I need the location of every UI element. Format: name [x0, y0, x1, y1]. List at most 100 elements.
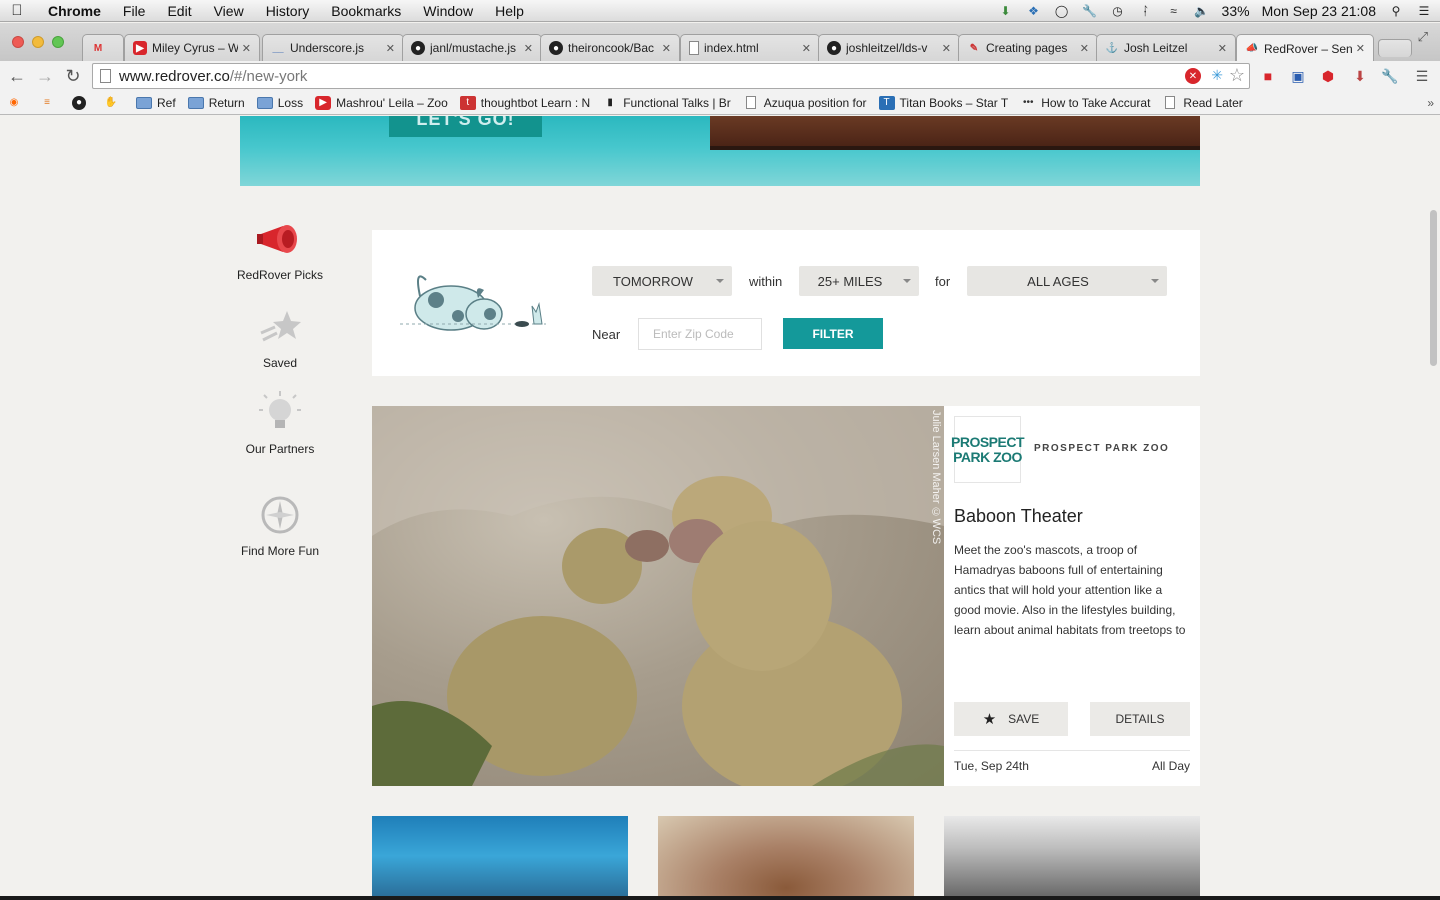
tab-mustache[interactable]: ● janl/mustache.js ✕ [402, 34, 542, 61]
network-icon[interactable]: ✳ [1211, 67, 1223, 84]
tab-theironcook[interactable]: ● theironcook/Bac ✕ [540, 34, 680, 61]
bookmark-how-to-take[interactable]: ••• How to Take Accurat [1020, 96, 1150, 110]
sync-icon[interactable]: ◯ [1054, 3, 1070, 19]
tab-creating-pages[interactable]: ✎ Creating pages ✕ [958, 34, 1098, 61]
menu-edit[interactable]: Edit [156, 3, 202, 19]
spotlight-search-icon[interactable]: ⚲ [1388, 3, 1404, 19]
menu-history[interactable]: History [255, 3, 321, 19]
save-button[interactable]: ★ SAVE [954, 702, 1068, 736]
reload-icon[interactable]: ↻ [62, 65, 84, 87]
close-tab-icon[interactable]: ✕ [942, 42, 951, 55]
menu-help[interactable]: Help [484, 3, 535, 19]
baboon-photo[interactable]: Julie Larsen Maher ©WCS [372, 406, 944, 786]
blocked-icon[interactable]: ✕ [1185, 68, 1201, 84]
lets-go-button[interactable]: LET'S GO! [389, 116, 542, 137]
more-bookmarks-icon[interactable]: » [1427, 96, 1434, 110]
adblock-extension-icon[interactable]: ⬢ [1318, 66, 1338, 86]
tab-josh-leitzel[interactable]: ⚓ Josh Leitzel ✕ [1096, 34, 1236, 61]
bookmark-azuqua[interactable]: Azuqua position for [743, 96, 867, 110]
sidebar-item-saved[interactable]: Saved [230, 302, 330, 370]
close-tab-icon[interactable]: ✕ [1218, 42, 1227, 55]
close-tab-icon[interactable]: ✕ [1356, 42, 1365, 55]
tab-index-html[interactable]: index.html ✕ [680, 34, 820, 61]
menu-bookmarks[interactable]: Bookmarks [320, 3, 412, 19]
forward-icon[interactable]: → [34, 65, 56, 87]
bookmark-read-later[interactable]: Read Later [1162, 96, 1243, 110]
chrome-menu-icon[interactable]: ☰ [1412, 66, 1432, 86]
address-bar[interactable]: www.redrover.co/#/new-york ✕ ✳ ☆ [92, 63, 1250, 89]
menu-app-name[interactable]: Chrome [34, 3, 112, 19]
menu-view[interactable]: View [203, 3, 255, 19]
fullscreen-icon[interactable]: ⤢ [1418, 29, 1428, 45]
zip-code-input[interactable] [638, 318, 762, 350]
bluetooth-icon[interactable]: ᛛ [1138, 3, 1154, 19]
camera-extension-icon[interactable]: ▣ [1288, 66, 1308, 86]
event-thumbnail-portrait[interactable] [658, 816, 914, 896]
filter-button[interactable]: FILTER [783, 318, 883, 349]
volume-icon[interactable]: 🔈 [1194, 3, 1210, 19]
tab-lds[interactable]: ● joshleitzel/lds-v ✕ [818, 34, 960, 61]
bookmark-hand[interactable]: ✋ [103, 96, 124, 110]
bookmark-reddit[interactable]: ◉ [6, 96, 27, 110]
close-tab-icon[interactable]: ✕ [662, 42, 671, 55]
sidebar-item-find-more-fun[interactable]: Find More Fun [230, 490, 330, 558]
date-dropdown[interactable]: TOMORROW [592, 266, 732, 296]
bookmark-folder-ref[interactable]: Ref [136, 96, 176, 110]
bookmark-functional-talks[interactable]: ▮ Functional Talks | Br [602, 96, 730, 110]
distance-dropdown-value: 25+ MILES [817, 273, 883, 289]
event-title[interactable]: Baboon Theater [954, 506, 1083, 527]
event-thumbnail-ocean[interactable] [372, 816, 628, 896]
close-tab-icon[interactable]: ✕ [242, 42, 251, 55]
notification-center-icon[interactable]: ☰ [1416, 3, 1432, 19]
tab-gmail[interactable]: M [82, 34, 124, 61]
bookmark-mashrou-leila[interactable]: ▶ Mashrou' Leila – Zoo [315, 95, 448, 110]
pocket-extension-icon[interactable]: ■ [1258, 66, 1278, 86]
scrollbar-thumb[interactable] [1430, 210, 1437, 366]
battery-status[interactable]: 33% [1222, 3, 1250, 19]
dropbox-icon[interactable]: ❖ [1026, 3, 1042, 19]
zoom-window-button[interactable] [52, 36, 64, 48]
menu-file[interactable]: File [112, 3, 157, 19]
sidebar-item-our-partners[interactable]: Our Partners [230, 388, 330, 456]
bookmark-folder-return[interactable]: Return [187, 96, 245, 110]
ages-dropdown[interactable]: ALL AGES [967, 266, 1167, 296]
partner-name[interactable]: PROSPECT PARK ZOO [1034, 443, 1169, 454]
wrench-icon[interactable]: 🔧 [1380, 66, 1400, 86]
close-tab-icon[interactable]: ✕ [1080, 42, 1089, 55]
time-machine-icon[interactable]: ◷ [1110, 3, 1126, 19]
bookmark-thoughtbot[interactable]: t thoughtbot Learn : N [459, 95, 590, 110]
back-icon[interactable]: ← [6, 65, 28, 87]
github-icon: ● [827, 41, 841, 55]
tab-redrover[interactable]: 📣 RedRover – Send ✕ [1236, 34, 1374, 62]
menu-clock[interactable]: Mon Sep 23 21:08 [1262, 3, 1376, 19]
bookmark-star-icon[interactable]: ☆ [1229, 65, 1245, 86]
minimize-window-button[interactable] [32, 36, 44, 48]
wrench-status-icon[interactable]: 🔧 [1082, 3, 1098, 19]
close-tab-icon[interactable]: ✕ [524, 42, 533, 55]
event-thumbnail-bw[interactable] [944, 816, 1200, 896]
bookmark-label: Mashrou' Leila – Zoo [336, 95, 448, 110]
prospect-park-zoo-logo[interactable]: PROSPECT PARK ZOO [951, 416, 1025, 483]
close-tab-icon[interactable]: ✕ [802, 42, 811, 55]
bookmark-github[interactable]: ● [72, 95, 91, 110]
new-tab-button[interactable] [1378, 39, 1412, 57]
bookmark-label: How to Take Accurat [1041, 95, 1151, 110]
close-tab-icon[interactable]: ✕ [386, 42, 395, 55]
distance-dropdown[interactable]: 25+ MILES [799, 266, 919, 296]
bookmark-folder-loss[interactable]: Loss [256, 96, 303, 110]
tab-underscore[interactable]: __ Underscore.js ✕ [262, 34, 404, 61]
event-date: Tue, Sep 24th [954, 759, 1029, 773]
details-button[interactable]: DETAILS [1090, 702, 1190, 736]
bookmark-stackoverflow[interactable]: ≡ [39, 96, 60, 110]
wifi-icon[interactable]: ≈ [1166, 3, 1182, 19]
bookmark-titan-books[interactable]: T Titan Books – Star T [878, 95, 1008, 110]
page-icon [1162, 96, 1178, 110]
download-extension-icon[interactable]: ⬇ [1350, 66, 1370, 86]
sidebar-item-redrover-picks[interactable]: RedRover Picks [230, 214, 330, 282]
apple-menu-icon[interactable]:  [0, 2, 34, 19]
filter-panel: TOMORROW within 25+ MILES for ALL AGES N… [372, 230, 1200, 376]
tab-miley-cyrus[interactable]: ▶ Miley Cyrus – W ✕ [124, 34, 260, 61]
close-window-button[interactable] [12, 36, 24, 48]
menu-window[interactable]: Window [412, 3, 484, 19]
download-status-icon[interactable]: ⬇ [998, 3, 1014, 19]
